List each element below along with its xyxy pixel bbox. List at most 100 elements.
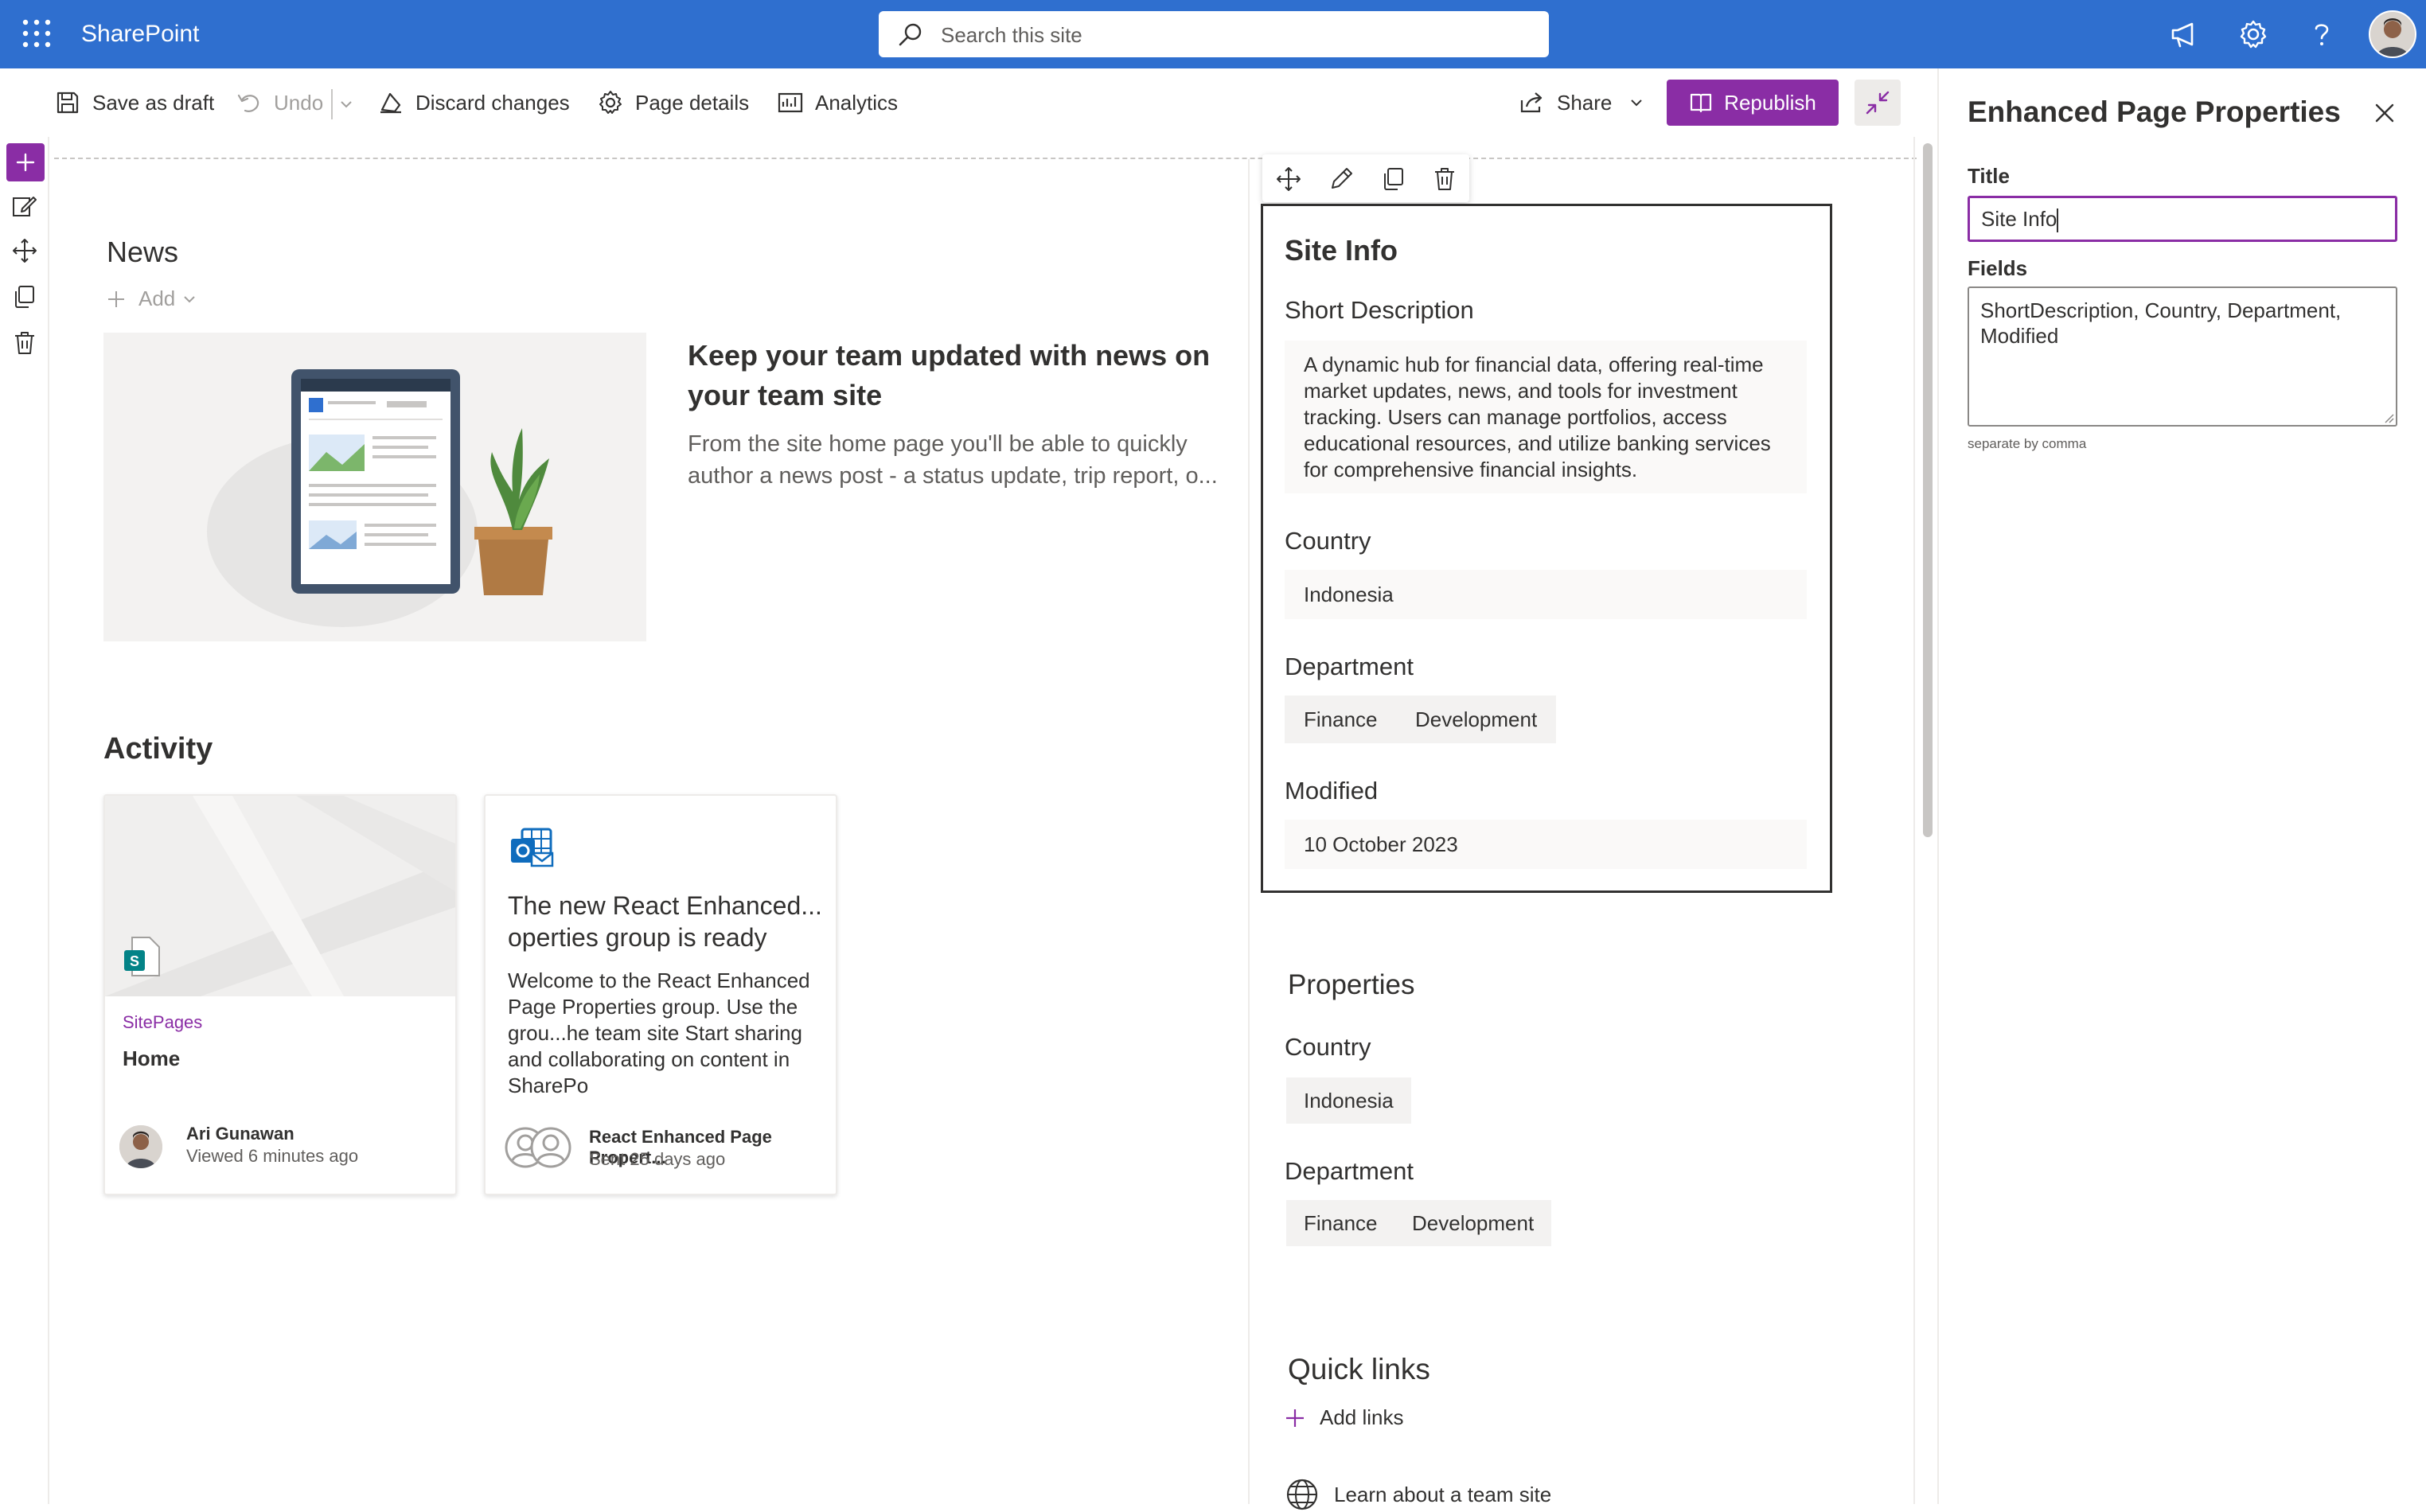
close-icon[interactable] bbox=[2370, 99, 2399, 127]
add-section-button[interactable] bbox=[6, 143, 45, 181]
discard-changes-button[interactable]: Discard changes bbox=[377, 86, 570, 119]
property-pane-title: Enhanced Page Properties bbox=[1968, 95, 2341, 128]
search-box[interactable]: Search this site bbox=[879, 11, 1549, 57]
short-description-value: A dynamic hub for financial data, offeri… bbox=[1285, 341, 1807, 493]
republish-button[interactable]: Republish bbox=[1667, 80, 1839, 126]
card-title[interactable]: The new React Enhanced... operties group… bbox=[508, 890, 826, 953]
undo-label: Undo bbox=[274, 90, 324, 115]
group-avatar-icon bbox=[505, 1125, 576, 1170]
edit-pencil-icon[interactable] bbox=[1328, 166, 1355, 193]
card-meta: Viewed 6 minutes ago bbox=[186, 1146, 359, 1166]
analytics-label: Analytics bbox=[815, 90, 899, 115]
news-heading: News bbox=[107, 236, 179, 268]
sharepoint-file-icon: S bbox=[123, 936, 164, 977]
property-pane bbox=[1937, 68, 2426, 1504]
collapse-panel-button[interactable] bbox=[1855, 80, 1901, 126]
country-label: Country bbox=[1285, 527, 1371, 555]
svg-text:S: S bbox=[130, 953, 139, 969]
help-icon[interactable] bbox=[2305, 18, 2338, 51]
activity-card-group[interactable]: The new React Enhanced... operties group… bbox=[484, 794, 837, 1195]
save-as-draft-button[interactable]: Save as draft bbox=[54, 86, 214, 119]
text-cursor bbox=[2057, 208, 2059, 233]
modified-value: 10 October 2023 bbox=[1285, 820, 1807, 869]
share-label: Share bbox=[1557, 90, 1613, 115]
resize-grip-icon[interactable] bbox=[2383, 412, 2394, 423]
card-title[interactable]: Home bbox=[123, 1042, 180, 1074]
section-dashed-border bbox=[54, 158, 1917, 159]
add-news-label: Add bbox=[138, 286, 176, 310]
settings-gear-icon[interactable] bbox=[2237, 18, 2270, 51]
news-illustration bbox=[103, 333, 646, 641]
country-value: Indonesia bbox=[1285, 570, 1807, 619]
properties-department-label: Department bbox=[1285, 1157, 1414, 1185]
activity-card-home[interactable]: S SitePages Home Ari Gunawan Viewed 6 mi… bbox=[103, 794, 457, 1195]
undo-icon bbox=[236, 89, 263, 116]
title-input-value: Site Info bbox=[1981, 207, 2057, 231]
properties-heading: Properties bbox=[1288, 969, 1415, 1000]
outlook-group-icon bbox=[508, 823, 556, 871]
analytics-icon bbox=[777, 89, 804, 116]
add-links-button[interactable]: Add links bbox=[1285, 1405, 1404, 1430]
collapse-arrows-icon bbox=[1866, 91, 1890, 115]
discard-changes-label: Discard changes bbox=[415, 90, 570, 115]
fields-field-label: Fields bbox=[1968, 256, 2028, 280]
card-person-name: Ari Gunawan bbox=[186, 1124, 294, 1144]
canvas-right-border bbox=[1913, 137, 1915, 1504]
fields-textarea[interactable]: ShortDescription, Country, Department, M… bbox=[1968, 286, 2397, 427]
duplicate-section-icon[interactable] bbox=[11, 283, 38, 310]
share-icon bbox=[1519, 89, 1546, 116]
save-icon bbox=[54, 89, 81, 116]
undo-dropdown-chevron-icon[interactable] bbox=[337, 95, 355, 113]
quick-link-label: Learn about a team site bbox=[1334, 1482, 1552, 1506]
fields-hint: separate by comma bbox=[1968, 436, 2087, 451]
webpart-toolbar bbox=[1262, 154, 1469, 202]
avatar bbox=[119, 1125, 162, 1168]
modified-label: Modified bbox=[1285, 777, 1379, 805]
app-launcher-icon[interactable] bbox=[21, 18, 53, 49]
title-field-label: Title bbox=[1968, 164, 2010, 188]
plus-icon bbox=[16, 153, 35, 172]
move-icon[interactable] bbox=[1275, 166, 1302, 193]
page-details-button[interactable]: Page details bbox=[597, 86, 749, 119]
page-details-label: Page details bbox=[635, 90, 750, 115]
quick-link-item[interactable]: Learn about a team site bbox=[1285, 1477, 1551, 1512]
add-news-button[interactable]: Add bbox=[107, 286, 197, 311]
properties-country-value: Indonesia bbox=[1286, 1077, 1411, 1124]
settings-gear-icon bbox=[597, 89, 624, 116]
canvas-scrollbar-thumb[interactable] bbox=[1923, 143, 1933, 837]
properties-department-tag: Development bbox=[1394, 1200, 1552, 1246]
undo-button[interactable]: Undo bbox=[236, 86, 323, 119]
share-button[interactable]: Share bbox=[1519, 86, 1645, 119]
quick-links-heading: Quick links bbox=[1288, 1353, 1430, 1385]
delete-section-icon[interactable] bbox=[11, 329, 38, 357]
analytics-button[interactable]: Analytics bbox=[777, 86, 898, 119]
discard-icon bbox=[377, 89, 404, 116]
add-links-label: Add links bbox=[1320, 1405, 1404, 1429]
title-input[interactable]: Site Info bbox=[1968, 196, 2397, 242]
move-section-icon[interactable] bbox=[11, 237, 38, 264]
chevron-down-icon bbox=[184, 295, 195, 302]
suite-bar: SharePoint Search this site bbox=[0, 0, 2426, 68]
card-body: Welcome to the React Enhanced Page Prope… bbox=[508, 968, 810, 1097]
republish-label: Republish bbox=[1724, 90, 1816, 115]
edit-section-icon[interactable] bbox=[11, 193, 38, 220]
news-headline[interactable]: Keep your team updated with news on your… bbox=[688, 336, 1237, 415]
user-avatar[interactable] bbox=[2369, 10, 2416, 58]
duplicate-icon[interactable] bbox=[1380, 166, 1407, 193]
undo-split-divider bbox=[331, 89, 333, 119]
card-meta: Sent 25 days ago bbox=[589, 1149, 726, 1169]
department-label: Department bbox=[1285, 653, 1414, 680]
delete-icon[interactable] bbox=[1431, 166, 1458, 193]
megaphone-icon[interactable] bbox=[2168, 18, 2202, 51]
activity-heading: Activity bbox=[103, 732, 213, 766]
chevron-down-icon bbox=[1628, 94, 1645, 111]
short-description-label: Short Description bbox=[1285, 296, 1474, 324]
card-source-label[interactable]: SitePages bbox=[123, 1012, 202, 1033]
save-as-draft-label: Save as draft bbox=[92, 90, 215, 115]
app-name[interactable]: SharePoint bbox=[81, 18, 199, 51]
book-icon bbox=[1691, 93, 1712, 113]
properties-country-label: Country bbox=[1285, 1033, 1371, 1061]
search-placeholder: Search this site bbox=[941, 23, 1082, 47]
properties-department-tag: Finance bbox=[1286, 1200, 1395, 1246]
department-tag: Development bbox=[1396, 696, 1557, 743]
